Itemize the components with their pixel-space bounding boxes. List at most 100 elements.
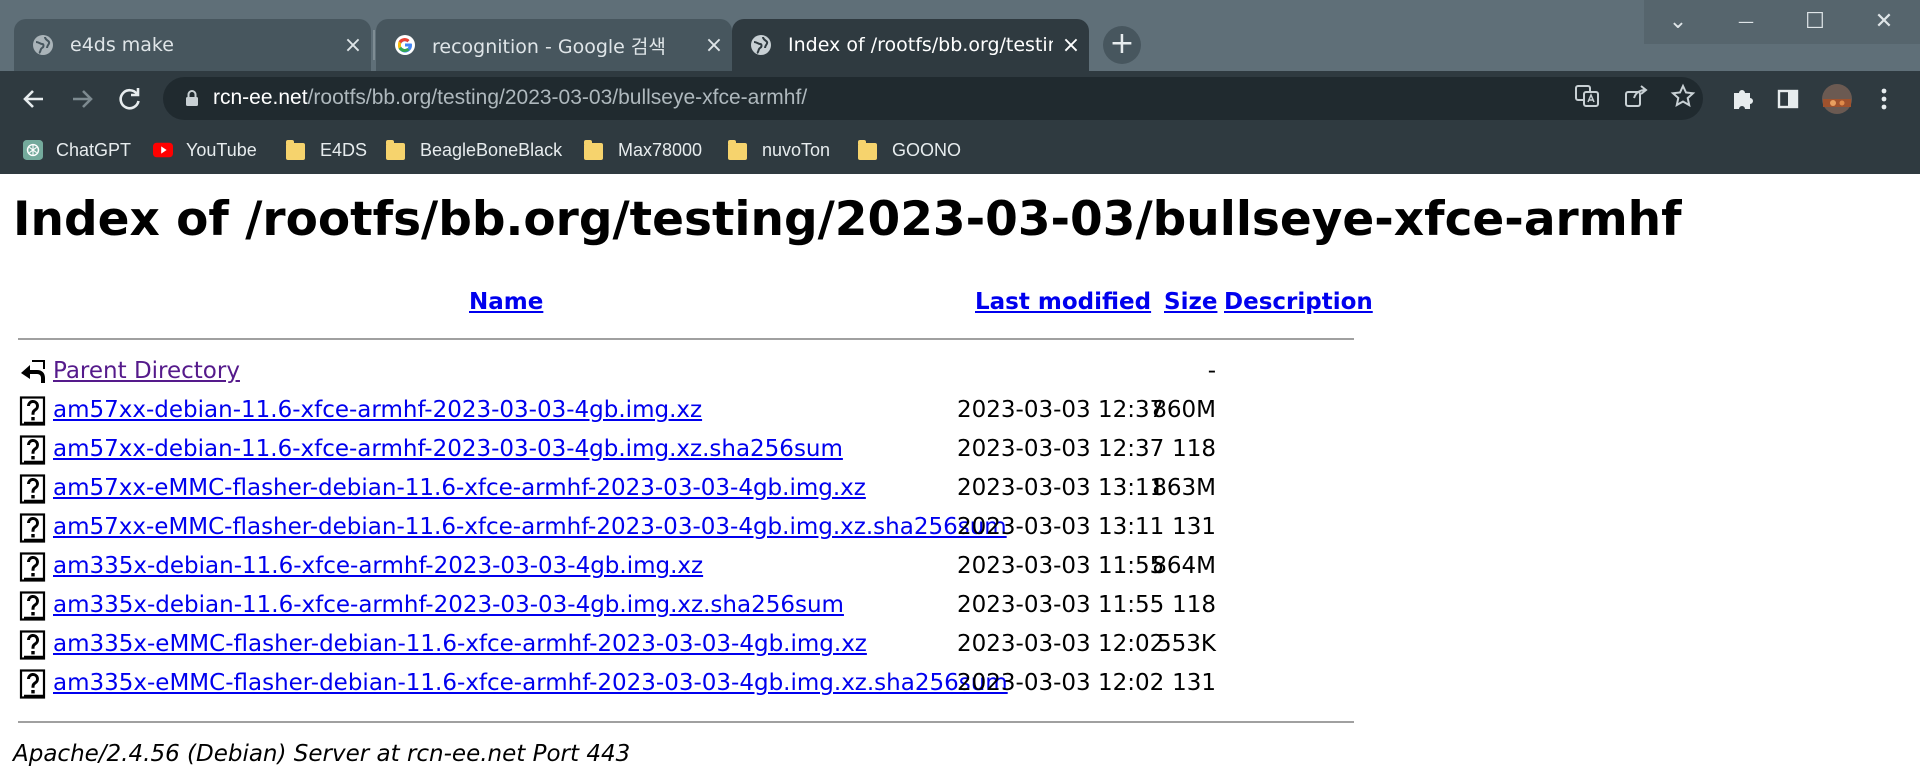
unknown-file-icon	[19, 435, 46, 465]
forward-arrow-icon	[73, 90, 93, 108]
tab-separator	[373, 30, 375, 60]
translate-icon[interactable]	[1571, 83, 1603, 115]
file-link[interactable]: am57xx-debian-11.6-xfce-armhf-2023-03-03…	[53, 436, 843, 462]
parent-directory-row: Parent Directory -	[0, 356, 1340, 388]
folder-icon	[286, 140, 308, 160]
bookmark-label: nuvoTon	[762, 139, 831, 160]
column-header-last-modified[interactable]: Last modified	[975, 289, 1151, 315]
back-folder-icon	[21, 360, 45, 383]
folder-icon	[386, 140, 408, 160]
bookmark-folder-e4ds[interactable]: E4DS	[286, 135, 367, 165]
url-text: rcn-ee.net/rootfs/bb.org/testing/2023-03…	[213, 86, 807, 110]
more-vertical-icon	[1881, 88, 1887, 110]
bookmark-folder-beagleboneblack[interactable]: BeagleBoneBlack	[386, 135, 562, 165]
bookmark-label: BeagleBoneBlack	[420, 139, 563, 160]
file-size: 860M	[1152, 397, 1216, 423]
file-link[interactable]: am57xx-debian-11.6-xfce-armhf-2023-03-03…	[53, 397, 702, 423]
back-arrow-icon	[23, 90, 43, 108]
file-row: am335x-eMMC-flasher-debian-11.6-xfce-arm…	[0, 668, 1340, 700]
bookmark-chatgpt[interactable]: ChatGPT	[22, 135, 131, 165]
unknown-file-icon	[19, 513, 46, 543]
new-tab-button[interactable]: +	[1103, 26, 1141, 64]
reload-button[interactable]	[110, 79, 150, 119]
file-link[interactable]: am57xx-eMMC-flasher-debian-11.6-xfce-arm…	[53, 475, 866, 501]
column-header-size[interactable]: Size	[1164, 289, 1217, 315]
back-button[interactable]	[14, 79, 54, 119]
address-bar[interactable]: rcn-ee.net/rootfs/bb.org/testing/2023-03…	[163, 77, 1703, 120]
globe-icon	[32, 34, 54, 56]
lock-icon[interactable]	[180, 86, 204, 110]
file-size: 118	[1172, 436, 1216, 462]
avatar	[1822, 84, 1852, 114]
reload-icon	[119, 88, 140, 110]
side-panel-icon	[1777, 89, 1799, 109]
folder-icon	[728, 140, 750, 160]
globe-icon	[750, 34, 772, 56]
file-row: am57xx-debian-11.6-xfce-armhf-2023-03-03…	[0, 434, 1340, 466]
minimize-button[interactable]: —	[1712, 0, 1780, 44]
file-row: am57xx-eMMC-flasher-debian-11.6-xfce-arm…	[0, 473, 1340, 505]
file-size: 553K	[1157, 631, 1216, 657]
close-tab-icon[interactable]: ×	[335, 33, 371, 58]
file-link[interactable]: am57xx-eMMC-flasher-debian-11.6-xfce-arm…	[53, 514, 1007, 540]
file-size: 131	[1172, 670, 1216, 696]
file-size: 864M	[1152, 553, 1216, 579]
tab-search-chevron-icon[interactable]: ⌄	[1644, 0, 1712, 44]
unknown-file-icon	[19, 552, 46, 582]
file-row: am335x-debian-11.6-xfce-armhf-2023-03-03…	[0, 551, 1340, 583]
bookmark-youtube[interactable]: YouTube	[152, 135, 257, 165]
google-icon	[394, 34, 416, 56]
tab-e4ds-make[interactable]: e4ds make ×	[14, 19, 371, 71]
footer-divider	[18, 721, 1354, 723]
last-modified: 2023-03-03 13:11	[957, 514, 1165, 540]
bookmarks-bar: ChatGPT YouTube E4DS BeagleBoneBlack Max…	[0, 126, 1920, 174]
share-icon[interactable]	[1620, 83, 1652, 115]
last-modified: 2023-03-03 12:37	[957, 436, 1165, 462]
tab-index-of-rootfs[interactable]: Index of /rootfs/bb.org/testing/2 ×	[732, 19, 1089, 71]
last-modified: 2023-03-03 11:55	[957, 553, 1165, 579]
last-modified: 2023-03-03 12:02	[957, 631, 1165, 657]
close-window-button[interactable]: ✕	[1850, 0, 1918, 44]
bookmark-folder-nuvoton[interactable]: nuvoTon	[728, 135, 830, 165]
file-size: 118	[1172, 592, 1216, 618]
profile-avatar[interactable]	[1817, 79, 1857, 119]
browser-toolbar: rcn-ee.net/rootfs/bb.org/testing/2023-03…	[0, 71, 1920, 126]
tab-title: e4ds make	[70, 34, 174, 56]
unknown-file-icon	[19, 669, 46, 699]
file-size: 131	[1172, 514, 1216, 540]
close-tab-icon[interactable]: ×	[1053, 33, 1089, 58]
bookmark-folder-max78000[interactable]: Max78000	[584, 135, 702, 165]
file-size: 863M	[1152, 475, 1216, 501]
browser-menu-button[interactable]	[1864, 79, 1904, 119]
file-link[interactable]: am335x-eMMC-flasher-debian-11.6-xfce-arm…	[53, 670, 1008, 696]
unknown-file-icon	[19, 630, 46, 660]
url-path: /rootfs/bb.org/testing/2023-03-03/bullse…	[307, 86, 808, 109]
unknown-file-icon	[19, 396, 46, 426]
close-tab-icon[interactable]: ×	[696, 33, 732, 58]
file-link[interactable]: am335x-eMMC-flasher-debian-11.6-xfce-arm…	[53, 631, 867, 657]
file-link[interactable]: am335x-debian-11.6-xfce-armhf-2023-03-03…	[53, 592, 844, 618]
last-modified: 2023-03-03 11:55	[957, 592, 1165, 618]
parent-directory-link[interactable]: Parent Directory	[53, 358, 240, 384]
tab-title: Index of /rootfs/bb.org/testing/2	[788, 34, 1053, 56]
forward-button[interactable]	[62, 79, 102, 119]
tab-strip: e4ds make × recognition - Google 검색 × In…	[0, 0, 1920, 71]
tab-google-search[interactable]: recognition - Google 검색 ×	[376, 19, 732, 71]
extensions-button[interactable]	[1722, 79, 1762, 119]
column-header-description[interactable]: Description	[1224, 289, 1373, 315]
bookmark-folder-goono[interactable]: GOONO	[858, 135, 961, 165]
last-modified: 2023-03-03 13:11	[957, 475, 1165, 501]
bookmark-label: Max78000	[618, 139, 703, 160]
file-link[interactable]: am335x-debian-11.6-xfce-armhf-2023-03-03…	[53, 553, 703, 579]
side-panel-button[interactable]	[1768, 79, 1808, 119]
maximize-button[interactable]: ☐	[1781, 0, 1849, 44]
file-row: am335x-eMMC-flasher-debian-11.6-xfce-arm…	[0, 629, 1340, 661]
folder-icon	[584, 140, 606, 160]
puzzle-icon	[1734, 90, 1753, 109]
bookmark-star-icon[interactable]	[1667, 83, 1699, 115]
url-host: rcn-ee.net	[213, 86, 308, 109]
bookmark-label: YouTube	[186, 139, 257, 160]
unknown-file-icon	[19, 474, 46, 504]
column-header-name[interactable]: Name	[469, 289, 543, 315]
folder-icon	[858, 140, 880, 160]
